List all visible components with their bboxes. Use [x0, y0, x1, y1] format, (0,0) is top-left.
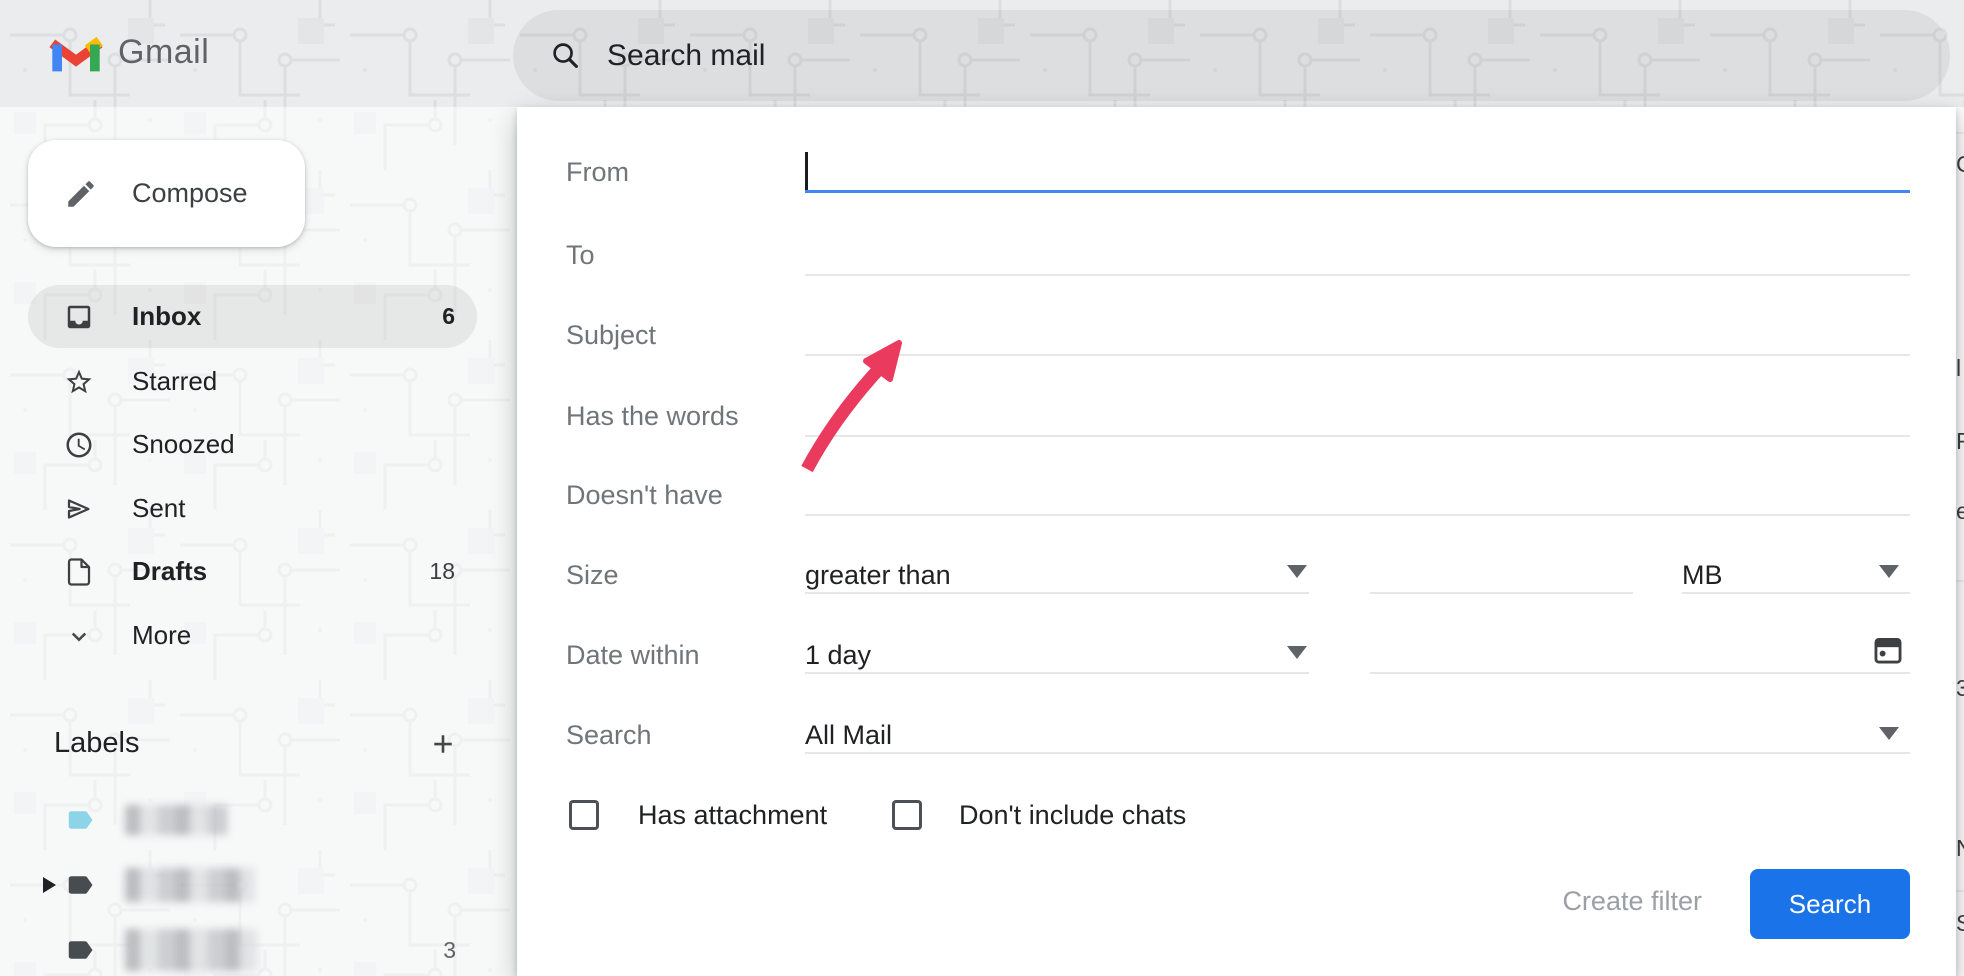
sidebar-item-label: More — [132, 620, 477, 651]
star-icon — [64, 367, 94, 397]
sidebar-item-snoozed[interactable]: Snoozed — [28, 413, 477, 476]
expand-caret-icon[interactable] — [43, 877, 56, 893]
labels-heading: Labels — [54, 727, 139, 760]
logo-wordmark: Gmail — [118, 33, 209, 72]
background-mail-list-edge: C l F e 3 N S — [1956, 107, 1964, 976]
label-tag-icon — [63, 870, 97, 900]
size-unit-underline — [1682, 592, 1910, 594]
text-cursor — [805, 152, 808, 190]
sidebar-item-label: Inbox — [132, 301, 442, 332]
from-input[interactable] — [805, 190, 1910, 193]
pencil-icon — [64, 177, 98, 211]
has-attachment-checkbox[interactable] — [569, 800, 599, 830]
size-value-input[interactable] — [1370, 592, 1633, 594]
label-tag-icon — [63, 935, 97, 965]
search-scope-select[interactable]: All Mail — [805, 717, 892, 753]
label-tag-icon — [63, 805, 97, 835]
date-input[interactable] — [1370, 672, 1910, 674]
label-row[interactable] — [28, 857, 477, 913]
annotation-arrow — [517, 107, 1956, 976]
size-label: Size — [566, 557, 619, 593]
dropdown-arrow-icon[interactable] — [1287, 646, 1307, 659]
size-operator-underline — [805, 592, 1309, 594]
from-label: From — [566, 154, 629, 190]
redacted-label-name — [125, 868, 255, 902]
sidebar-item-label: Starred — [132, 366, 477, 397]
search-button[interactable]: Search — [1750, 869, 1910, 939]
inbox-count: 6 — [442, 303, 455, 330]
dont-include-chats-label: Don't include chats — [959, 797, 1186, 833]
size-operator-select[interactable]: greater than — [805, 557, 951, 593]
doesnt-have-input[interactable] — [805, 514, 1910, 516]
chevron-down-icon — [64, 621, 94, 651]
search-icon[interactable] — [551, 41, 580, 70]
date-within-label: Date within — [566, 637, 700, 673]
doesnt-have-label: Doesn't have — [566, 477, 723, 513]
search-scope-label: Search — [566, 717, 652, 753]
inbox-icon — [64, 302, 94, 332]
advanced-search-panel: From To Subject Has the words Doesn't ha… — [517, 107, 1956, 976]
search-scope-underline — [805, 752, 1910, 754]
label-row[interactable]: 3 — [28, 922, 477, 976]
dropdown-arrow-icon[interactable] — [1287, 565, 1307, 578]
subject-input[interactable] — [805, 354, 1910, 356]
create-label-button[interactable] — [428, 729, 458, 759]
label-row[interactable] — [28, 792, 477, 848]
gmail-app: Gmail Search mail Compose Inbox 6 — [0, 0, 1964, 976]
date-within-underline — [805, 672, 1309, 674]
compose-button[interactable]: Compose — [28, 140, 305, 247]
sidebar-item-starred[interactable]: Starred — [28, 350, 477, 413]
size-unit-select[interactable]: MB — [1682, 557, 1723, 593]
sidebar-item-inbox[interactable]: Inbox 6 — [28, 285, 477, 348]
compose-label: Compose — [132, 178, 248, 209]
sidebar-item-label: Drafts — [132, 556, 429, 587]
drafts-count: 18 — [429, 558, 455, 585]
clock-icon — [64, 430, 94, 460]
sidebar-item-label: Snoozed — [132, 429, 477, 460]
sidebar-item-label: Sent — [132, 493, 477, 524]
has-words-label: Has the words — [566, 398, 739, 434]
gmail-logo[interactable]: Gmail — [48, 30, 209, 74]
calendar-icon[interactable] — [1871, 633, 1905, 667]
has-words-input[interactable] — [805, 435, 1910, 437]
to-label: To — [566, 237, 595, 273]
redacted-label-name — [125, 805, 227, 835]
dropdown-arrow-icon[interactable] — [1879, 727, 1899, 740]
search-bar[interactable]: Search mail — [513, 10, 1950, 101]
search-input[interactable]: Search mail — [607, 39, 765, 73]
date-within-select[interactable]: 1 day — [805, 637, 871, 673]
dont-include-chats-checkbox[interactable] — [892, 800, 922, 830]
has-attachment-label: Has attachment — [638, 797, 827, 833]
label-count: 3 — [443, 937, 456, 964]
dropdown-arrow-icon[interactable] — [1879, 565, 1899, 578]
to-input[interactable] — [805, 274, 1910, 276]
sidebar-item-more[interactable]: More — [28, 604, 477, 667]
subject-label: Subject — [566, 317, 656, 353]
sidebar-item-sent[interactable]: Sent — [28, 477, 477, 540]
sidebar-item-drafts[interactable]: Drafts 18 — [28, 540, 477, 603]
redacted-label-name — [125, 929, 257, 971]
send-icon — [64, 494, 94, 524]
draft-icon — [64, 557, 94, 587]
gmail-m-icon — [48, 30, 104, 74]
create-filter-button[interactable]: Create filter — [1562, 886, 1702, 917]
